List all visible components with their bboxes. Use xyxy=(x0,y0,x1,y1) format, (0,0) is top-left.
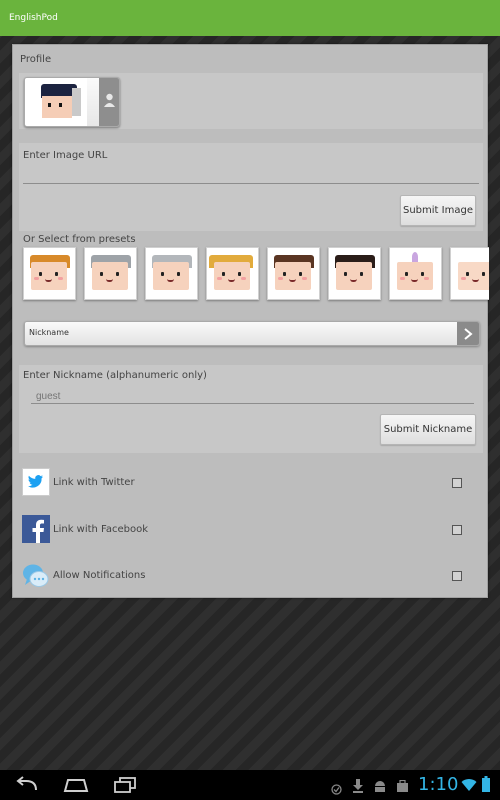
link-twitter-label: Link with Twitter xyxy=(53,477,135,488)
link-twitter-row[interactable]: Link with Twitter xyxy=(13,465,489,501)
preset-avatar[interactable] xyxy=(84,247,137,300)
twitter-icon xyxy=(22,468,50,496)
recent-apps-icon[interactable] xyxy=(113,776,137,794)
facebook-checkbox[interactable] xyxy=(452,525,462,535)
check-circle-icon xyxy=(331,780,342,795)
chevron-right-icon[interactable] xyxy=(457,322,479,345)
allow-notifications-label: Allow Notifications xyxy=(53,570,146,581)
download-icon xyxy=(352,778,364,793)
briefcase-icon xyxy=(396,778,409,792)
app-title: EnglishPod xyxy=(9,13,58,23)
battery-icon xyxy=(482,776,490,792)
home-icon[interactable] xyxy=(62,777,90,793)
nickname-input[interactable] xyxy=(31,390,474,404)
facebook-icon xyxy=(22,515,50,543)
back-icon[interactable] xyxy=(14,776,40,794)
preset-avatar[interactable] xyxy=(328,247,381,300)
system-bar: 1:10 xyxy=(0,770,500,800)
preset-avatar[interactable] xyxy=(389,247,442,300)
nickname-selector-label: Nickname xyxy=(29,328,69,337)
twitter-checkbox[interactable] xyxy=(452,478,462,488)
preset-avatar[interactable] xyxy=(450,247,489,300)
notifications-checkbox[interactable] xyxy=(452,571,462,581)
preset-avatar[interactable] xyxy=(206,247,259,300)
submit-nickname-button[interactable]: Submit Nickname xyxy=(380,414,476,445)
allow-notifications-row[interactable]: Allow Notifications xyxy=(13,558,489,594)
android-icon xyxy=(373,778,387,792)
preset-avatar[interactable] xyxy=(267,247,320,300)
link-facebook-row[interactable]: Link with Facebook xyxy=(13,512,489,548)
link-facebook-label: Link with Facebook xyxy=(53,524,149,535)
settings-panel: Profile Enter Image URL Submit Image Or … xyxy=(12,44,489,598)
nickname-label: Enter Nickname (alphanumeric only) xyxy=(23,370,207,381)
status-time: 1:10 xyxy=(418,774,459,795)
preset-avatar[interactable] xyxy=(145,247,198,300)
nickname-selector[interactable]: Nickname xyxy=(24,321,480,346)
chat-bubbles-icon xyxy=(22,562,50,590)
wifi-icon xyxy=(461,777,477,791)
action-bar: EnglishPod xyxy=(0,0,500,36)
preset-avatar[interactable] xyxy=(23,247,76,300)
